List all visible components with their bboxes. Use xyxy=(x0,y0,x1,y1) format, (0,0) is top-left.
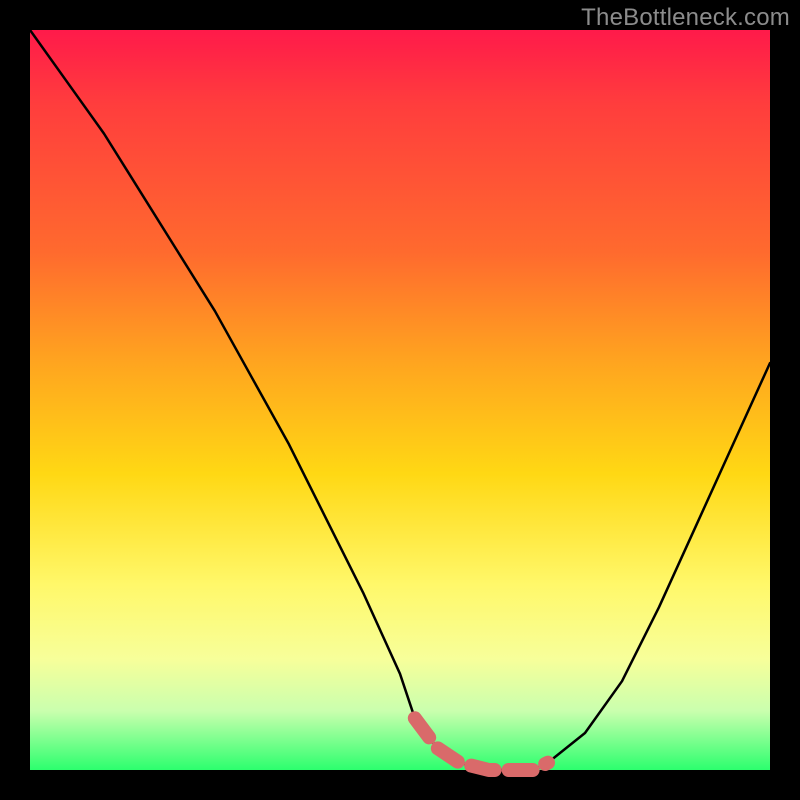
bottleneck-curve-path xyxy=(30,30,770,770)
plot-area xyxy=(30,30,770,770)
chart-frame: TheBottleneck.com xyxy=(0,0,800,800)
watermark-label: TheBottleneck.com xyxy=(581,4,790,32)
curve-layer xyxy=(30,30,770,770)
optimal-highlight-path xyxy=(415,718,548,770)
